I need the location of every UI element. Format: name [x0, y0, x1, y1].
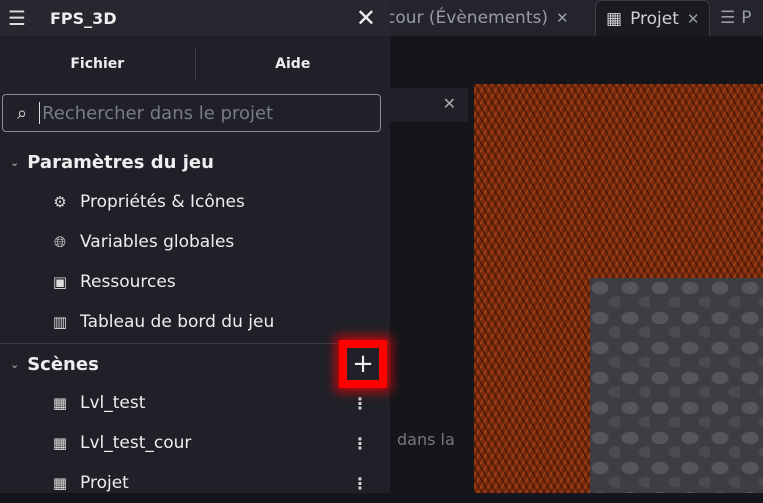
tab-label: P — [741, 8, 752, 28]
scene-canvas-stone — [590, 278, 763, 493]
section-scenes[interactable]: ⌄ Scènes — [0, 344, 390, 384]
sidebar-header: ☰ FPS_3D ✕ — [0, 0, 390, 36]
tab-label: Projet — [630, 8, 679, 29]
scene-item[interactable]: ▦ Lvl_test ⋮ — [0, 383, 390, 423]
sidebar-item-properties[interactable]: ⚙ Propriétés & Icônes — [0, 182, 390, 222]
item-label: Tableau de bord du jeu — [80, 312, 275, 332]
film-icon: ▦ — [52, 434, 68, 452]
sidebar-item-resources[interactable]: ▣ Ressources — [0, 262, 390, 302]
gear-icon: ⚙ — [53, 193, 67, 211]
more-options-icon[interactable]: ⋮ — [352, 434, 368, 453]
menubar: Fichier Aide — [0, 36, 390, 92]
close-icon[interactable]: ✕ — [443, 94, 456, 113]
background-text: dans la — [397, 430, 455, 449]
item-label: Propriétés & Icônes — [80, 192, 245, 212]
sidebar-item-dashboard[interactable]: ▥ Tableau de bord du jeu — [0, 302, 390, 342]
search-input[interactable] — [42, 102, 343, 124]
add-scene-button[interactable]: + — [339, 340, 387, 388]
close-tab-icon[interactable]: ✕ — [687, 10, 700, 28]
section-game-settings[interactable]: ⌄ Paramètres du jeu — [0, 142, 390, 182]
scene-item[interactable]: ▦ Lvl_test_cour ⋮ — [0, 423, 390, 463]
more-options-icon[interactable]: ⋮ — [352, 394, 368, 413]
section-label: Paramètres du jeu — [27, 151, 214, 173]
chart-icon: ▥ — [52, 313, 68, 331]
tab-p[interactable]: ☰ P — [720, 0, 752, 36]
item-label: Ressources — [80, 272, 176, 292]
file-menu-button[interactable]: Fichier — [0, 56, 195, 72]
hamburger-menu-icon[interactable]: ☰ — [8, 6, 38, 30]
project-title: FPS_3D — [50, 8, 117, 28]
film-icon: ▦ — [52, 474, 68, 492]
section-label: Scènes — [27, 353, 99, 375]
item-label: Variables globales — [80, 232, 235, 252]
close-icon[interactable]: ✕ — [356, 4, 376, 32]
resources-icon: ▣ — [52, 273, 68, 291]
chevron-down-icon: ⌄ — [10, 155, 20, 169]
film-icon: ▦ — [606, 8, 623, 29]
tab-projet[interactable]: ▦ Projet ✕ — [595, 0, 711, 36]
search-icon: ⌕ — [17, 102, 28, 124]
search-field[interactable]: ⌕ — [2, 94, 381, 132]
tab-label: cour (Évènements) — [386, 8, 548, 28]
tab-bar: cour (Évènements) ✕ ▦ Projet ✕ ☰ P — [386, 0, 763, 36]
panel-header: ✕ — [390, 88, 468, 122]
scene-item[interactable]: ▦ Projet ⋮ — [0, 463, 390, 503]
help-menu-button[interactable]: Aide — [196, 56, 391, 72]
more-options-icon[interactable]: ⋮ — [352, 474, 368, 493]
item-label: Projet — [80, 473, 129, 493]
text-cursor — [39, 102, 41, 124]
tab-events[interactable]: cour (Évènements) ✕ — [386, 0, 569, 36]
item-label: Lvl_test_cour — [80, 433, 192, 453]
sidebar-item-global-variables[interactable]: 🌐︎ Variables globales — [0, 222, 390, 262]
close-tab-icon[interactable]: ✕ — [556, 9, 569, 27]
item-label: Lvl_test — [80, 393, 146, 413]
layers-icon: ☰ — [720, 8, 736, 28]
film-icon: ▦ — [52, 394, 68, 412]
globe-icon: 🌐︎ — [53, 233, 66, 251]
project-manager-sidebar: ☰ FPS_3D ✕ Fichier Aide ⌕ ⌄ Paramètres du… — [0, 0, 390, 493]
chevron-down-icon: ⌄ — [10, 357, 20, 371]
